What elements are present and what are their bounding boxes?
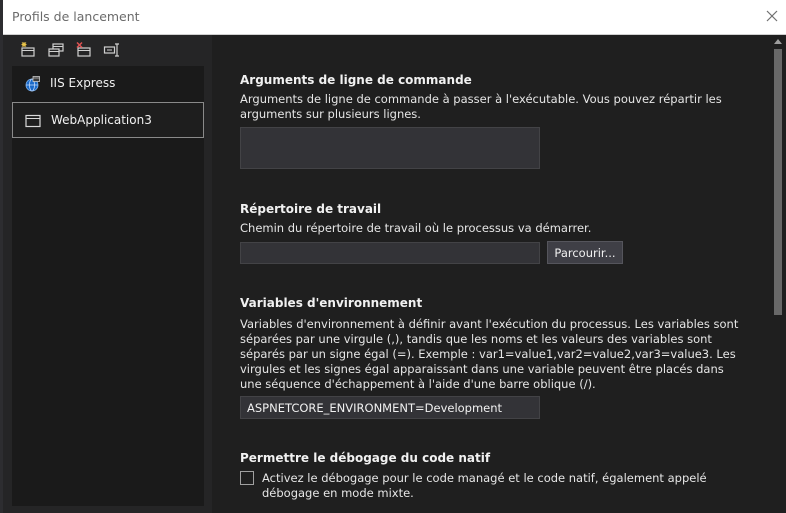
section-title-arguments: Arguments de ligne de commande — [240, 73, 472, 87]
close-icon[interactable] — [764, 8, 780, 24]
profile-item-iis-express[interactable]: IIS Express — [12, 66, 204, 102]
copy-profile-icon[interactable] — [47, 41, 65, 59]
scroll-up-icon[interactable] — [774, 39, 782, 44]
section-desc-working-directory: Chemin du répertoire de travail où le pr… — [240, 221, 592, 235]
section-desc-environment-variables: Variables d'environnement à définir avan… — [240, 317, 739, 391]
profile-item-webapplication3[interactable]: WebApplication3 — [12, 102, 204, 138]
globe-icon — [25, 76, 40, 92]
profiles-pane: IIS Express WebApplication3 — [3, 35, 212, 513]
profile-label: WebApplication3 — [51, 113, 152, 127]
native-debugging-checkbox-label: Activez le débogage pour le code managé … — [262, 471, 707, 500]
section-title-environment-variables: Variables d'environnement — [240, 296, 423, 310]
delete-profile-icon[interactable] — [75, 41, 93, 59]
scroll-thumb[interactable] — [774, 49, 782, 315]
browse-button[interactable]: Parcourir... — [547, 241, 623, 264]
command-line-arguments-input[interactable] — [240, 127, 540, 169]
vertical-scrollbar[interactable] — [770, 35, 786, 513]
launch-profiles-dialog: Profils de lancement IIS Express WebAppl… — [0, 0, 786, 513]
section-desc-arguments: Arguments de ligne de commande à passer … — [240, 92, 722, 121]
profile-label: IIS Express — [50, 76, 116, 90]
rename-profile-icon[interactable] — [103, 41, 121, 59]
title-bar: Profils de lancement — [3, 0, 786, 35]
profile-list: IIS Express WebApplication3 — [12, 66, 204, 506]
environment-variables-input[interactable] — [240, 396, 540, 419]
section-title-native-debugging: Permettre le débogage du code natif — [240, 451, 491, 465]
profiles-toolbar — [3, 35, 212, 63]
native-debugging-checkbox[interactable] — [240, 471, 254, 485]
new-profile-icon[interactable] — [19, 41, 37, 59]
window-title: Profils de lancement — [12, 9, 140, 24]
profile-settings-panel: Arguments de ligne de commande Arguments… — [212, 35, 770, 513]
working-directory-input[interactable] — [240, 242, 540, 264]
window-icon — [25, 114, 41, 128]
section-title-working-directory: Répertoire de travail — [240, 202, 382, 216]
